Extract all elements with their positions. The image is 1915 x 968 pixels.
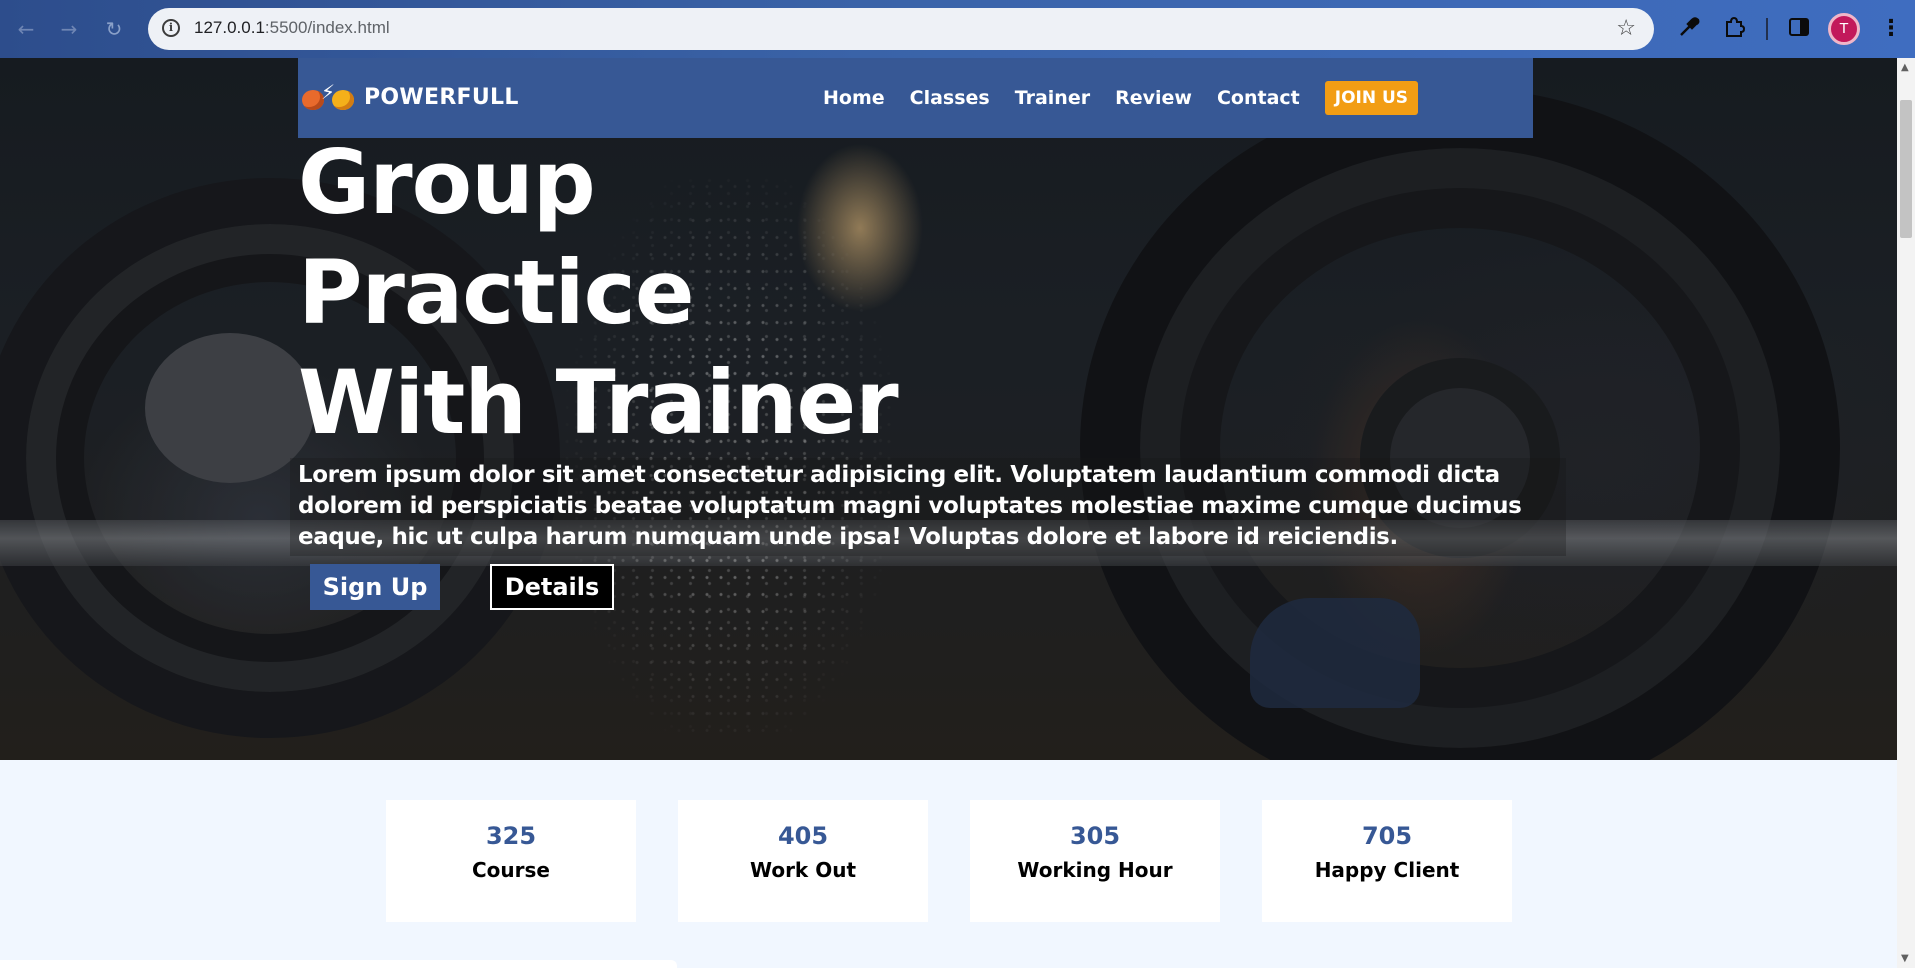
forward-icon[interactable]: →	[55, 15, 83, 43]
hero-title-line-3: With Trainer	[298, 351, 899, 454]
stat-value: 405	[777, 822, 829, 850]
site-navbar: ⚡ POWERFULL Home Classes Trainer Review …	[298, 58, 1533, 138]
hero-description: Lorem ipsum dolor sit amet consectetur a…	[298, 462, 1522, 550]
side-panel-icon[interactable]	[1785, 15, 1813, 43]
stat-card-work-out: 405 Work Out	[678, 800, 928, 922]
stat-label: Course	[472, 858, 550, 882]
nav-review[interactable]: Review	[1115, 87, 1192, 109]
stat-card-course: 325 Course	[386, 800, 636, 922]
more-menu-icon[interactable]: ⋮	[1880, 15, 1902, 43]
nav-home[interactable]: Home	[823, 87, 885, 109]
side-panel-svg	[1789, 18, 1809, 36]
scroll-up-arrow-icon[interactable]: ▲	[1901, 62, 1909, 73]
browser-toolbar: ← → ↻ i 127.0.0.1:5500/index.html ☆ T ⋮	[0, 0, 1915, 58]
sign-up-button[interactable]: Sign Up	[310, 564, 440, 610]
stat-card-working-hour: 305 Working Hour	[970, 800, 1220, 922]
page-viewport: ⚡ POWERFULL Home Classes Trainer Review …	[0, 58, 1897, 968]
hero-overlay	[0, 58, 1897, 760]
stat-label: Working Hour	[1017, 858, 1173, 882]
stats-section: 325 Course 405 Work Out 305 Working Hour…	[0, 760, 1897, 968]
stat-label: Happy Client	[1314, 858, 1460, 882]
reload-icon[interactable]: ↻	[100, 15, 128, 43]
hero-title: Group Practice With Trainer	[298, 128, 899, 458]
scroll-down-arrow-icon[interactable]: ▼	[1901, 953, 1909, 964]
nav-contact[interactable]: Contact	[1217, 87, 1300, 109]
logo-ball-yellow	[332, 90, 354, 110]
url-text[interactable]: 127.0.0.1:5500/index.html	[194, 18, 390, 38]
profile-avatar[interactable]: T	[1828, 13, 1860, 45]
nav-trainer[interactable]: Trainer	[1015, 87, 1090, 109]
bookmark-star-icon[interactable]: ☆	[1616, 16, 1636, 41]
stat-value: 325	[485, 822, 537, 850]
toolbar-separator	[1766, 18, 1768, 40]
site-info-icon[interactable]: i	[162, 19, 180, 37]
hero-section: ⚡ POWERFULL Home Classes Trainer Review …	[0, 58, 1897, 760]
join-us-button[interactable]: JOIN US	[1324, 81, 1419, 115]
stat-card-happy-client: 705 Happy Client	[1262, 800, 1512, 922]
next-section-edge	[0, 960, 677, 968]
stat-value: 305	[1069, 822, 1121, 850]
address-bar[interactable]: i 127.0.0.1:5500/index.html ☆	[148, 8, 1654, 50]
eyedropper-icon[interactable]	[1675, 15, 1703, 43]
url-path: :5500/index.html	[264, 18, 390, 37]
details-button[interactable]: Details	[490, 564, 614, 610]
extensions-puzzle-icon[interactable]	[1720, 15, 1748, 43]
stat-value: 705	[1361, 822, 1413, 850]
logo-text: POWERFULL	[364, 84, 519, 110]
nav-classes[interactable]: Classes	[910, 87, 990, 109]
page-scrollbar[interactable]: ▲ ▼	[1897, 58, 1915, 968]
logo-icon: ⚡	[302, 80, 360, 114]
puzzle-svg	[1726, 16, 1746, 37]
scroll-thumb[interactable]	[1900, 100, 1912, 238]
stat-label: Work Out	[749, 858, 856, 882]
nav-links: Home Classes Trainer Review Contact JOIN…	[823, 58, 1419, 138]
logo-bolt-icon: ⚡	[321, 80, 336, 104]
url-host: 127.0.0.1	[194, 18, 265, 37]
hero-title-line-1: Group	[298, 131, 596, 234]
site-logo[interactable]: ⚡ POWERFULL	[302, 80, 519, 114]
hero-title-line-2: Practice	[298, 241, 695, 344]
back-icon[interactable]: ←	[12, 15, 40, 43]
eyedropper-svg	[1680, 17, 1700, 36]
